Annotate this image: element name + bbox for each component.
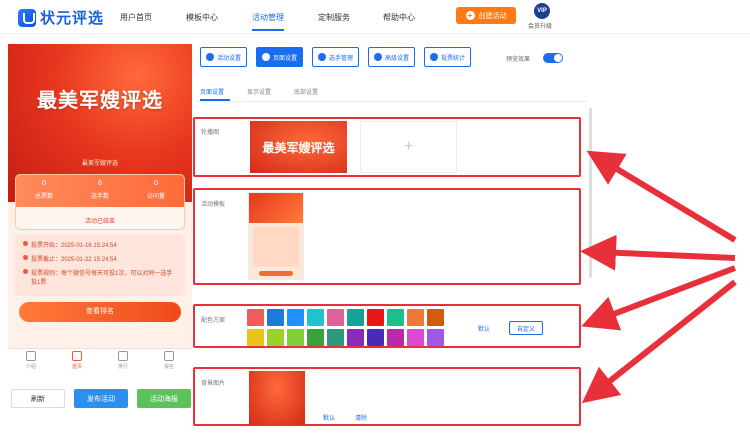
arrow-to-carousel [586,150,737,243]
arrow-to-background [581,279,737,404]
arrow-to-color-scheme [581,265,737,331]
annotation-arrows [580,150,737,404]
arrow-to-template [580,234,736,271]
